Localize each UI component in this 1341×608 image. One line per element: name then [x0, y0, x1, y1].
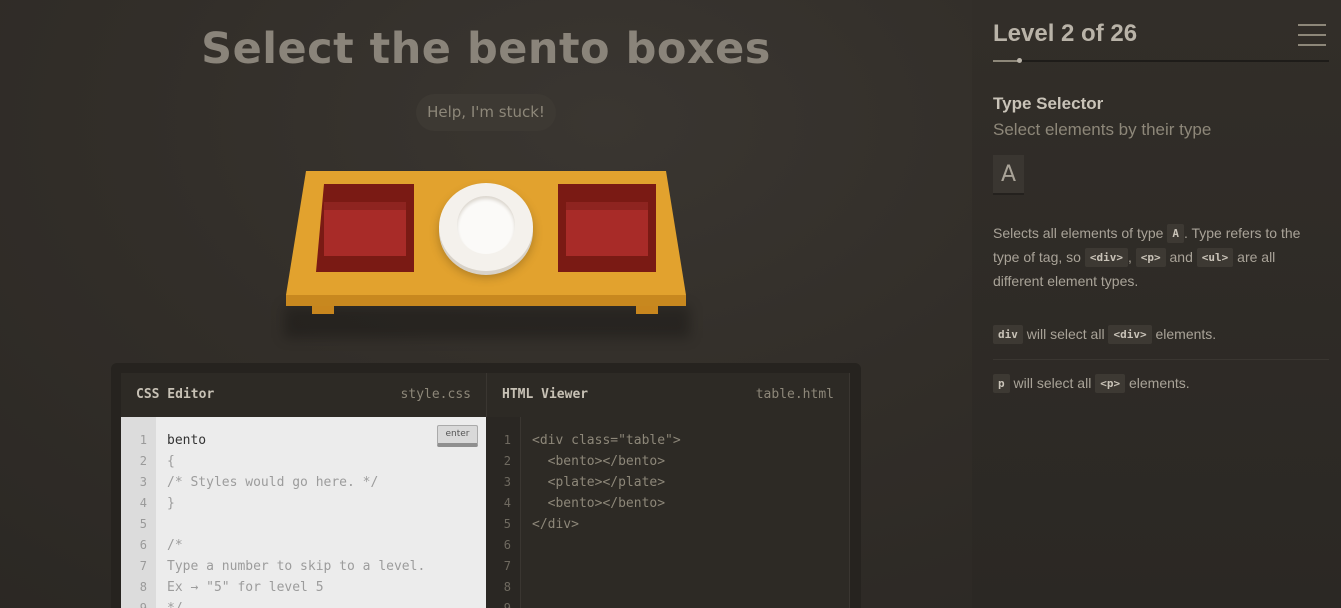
css-editor-title: CSS Editor: [136, 387, 215, 402]
table-leg-right: [636, 306, 658, 314]
css-code-area[interactable]: 1 2 3 4 5 6 7 8 9 bento { /* Styles woul…: [121, 417, 486, 608]
css-editor-pane: CSS Editor style.css 1 2 3 4 5 6 7 8 9 b…: [121, 373, 486, 608]
css-selector-input[interactable]: bento: [167, 430, 425, 451]
code-tag: div: [993, 325, 1023, 344]
html-markup-line[interactable]: <div class="table">: [532, 430, 681, 451]
html-filename: table.html: [755, 387, 834, 402]
bento-box-2[interactable]: [558, 184, 656, 272]
html-code-area: 1 2 3 4 5 6 7 8 9 <div class="table"> <b…: [486, 417, 849, 608]
html-markup-line[interactable]: <bento></bento>: [532, 493, 681, 514]
example-p[interactable]: p will select all <p> elements.: [993, 371, 1329, 395]
html-markup-line[interactable]: <bento></bento>: [532, 451, 681, 472]
selector-name: Type Selector: [993, 94, 1104, 113]
divider: [993, 359, 1329, 360]
selector-syntax: A: [993, 155, 1024, 195]
sidebar: Level 2 of 26 Type Selector Select eleme…: [972, 0, 1341, 608]
code-tag: A: [1167, 224, 1184, 243]
html-viewer-header: HTML Viewer table.html: [486, 373, 849, 417]
code-line: /*: [167, 538, 183, 553]
code-line: /* Styles would go here. */: [167, 475, 379, 490]
enter-button[interactable]: enter: [437, 425, 478, 447]
plate[interactable]: [439, 183, 533, 271]
code-line: Type a number to skip to a level.: [167, 559, 426, 574]
html-viewer-pane: HTML Viewer table.html 1 2 3 4 5 6 7 8 9…: [486, 373, 850, 608]
code-line: Ex → "5" for level 5: [167, 580, 324, 595]
code-line: */: [167, 598, 425, 608]
html-markup-line[interactable]: </div>: [532, 514, 681, 535]
bento-box-1[interactable]: [316, 184, 414, 272]
help-button[interactable]: Help, I'm stuck!: [416, 94, 556, 131]
table-leg-left: [312, 306, 334, 314]
code-tag: <div>: [1084, 248, 1128, 267]
game-area: Select the bento boxes Help, I'm stuck! …: [0, 0, 972, 608]
html-line-numbers: 1 2 3 4 5 6 7 8 9: [486, 417, 521, 608]
level-indicator: Level 2 of 26: [993, 20, 1138, 47]
editor: CSS Editor style.css 1 2 3 4 5 6 7 8 9 b…: [111, 363, 861, 608]
level-progress-marker: [1017, 58, 1022, 63]
hamburger-menu-icon[interactable]: [1298, 24, 1326, 46]
code-line: {: [167, 454, 175, 469]
level-progress-track: [993, 60, 1329, 62]
table-shadow: [284, 306, 690, 338]
selector-description: Selects all elements of type A. Type ref…: [993, 224, 1301, 289]
css-filename: style.css: [400, 387, 471, 402]
html-markup-line[interactable]: <plate></plate>: [532, 472, 681, 493]
level-progress-fill: [993, 60, 1019, 62]
example-div[interactable]: div will select all <div> elements.: [993, 322, 1329, 346]
code-tag: <ul>: [1196, 248, 1234, 267]
code-tag: <p>: [1135, 248, 1166, 267]
table-edge: [286, 295, 686, 306]
css-line-numbers: 1 2 3 4 5 6 7 8 9: [121, 417, 156, 608]
level-instruction: Select the bento boxes: [201, 24, 771, 74]
selector-title: Select elements by their type: [993, 120, 1212, 139]
code-tag: p: [993, 374, 1010, 393]
css-editor-header: CSS Editor style.css: [121, 373, 486, 417]
code-tag: <div>: [1108, 325, 1152, 344]
code-line: }: [167, 496, 175, 511]
html-viewer-title: HTML Viewer: [502, 387, 589, 402]
code-tag: <p>: [1095, 374, 1126, 393]
